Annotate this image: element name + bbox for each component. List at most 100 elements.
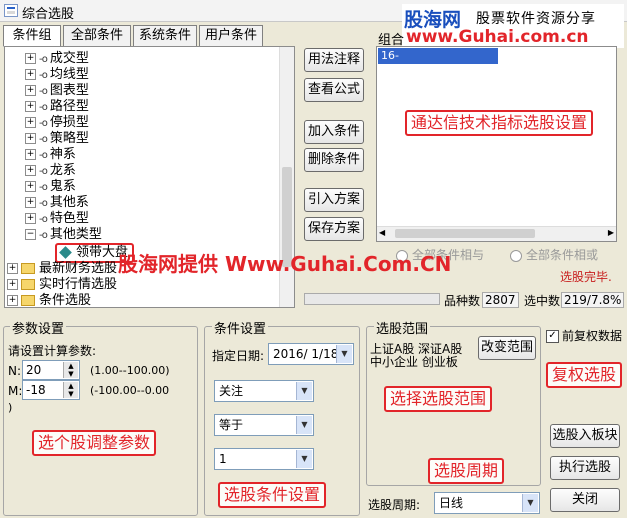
expand-icon: +	[7, 295, 18, 306]
tree-item[interactable]: + -o 图表型	[25, 83, 89, 99]
scroll-thumb[interactable]	[395, 229, 535, 238]
expand-icon: +	[25, 197, 36, 208]
dropdown-arrow-icon[interactable]: ▼	[296, 450, 312, 468]
tree-item[interactable]: + -o 龙系	[25, 163, 76, 179]
tree-item[interactable]: + -o 均线型	[25, 67, 89, 83]
indicator-icon: -o	[39, 70, 48, 81]
expand-icon: +	[25, 53, 36, 64]
window-icon	[4, 4, 18, 17]
expand-icon: +	[25, 181, 36, 192]
delete-condition-button[interactable]: 删除条件	[304, 148, 364, 172]
tree-item[interactable]: + -o 其他系	[25, 195, 89, 211]
checkbox-checked-icon: ✓	[546, 330, 559, 343]
radio-icon	[510, 249, 522, 262]
tree-item[interactable]: + -o 特色型	[25, 211, 89, 227]
condition-select-2[interactable]: 等于 ▼	[214, 414, 314, 436]
indicator-icon: -o	[39, 214, 48, 225]
tree-item[interactable]: + -o 策略型	[25, 131, 89, 147]
annotation-period: 选股周期	[428, 458, 505, 484]
tab-all-conditions[interactable]: 全部条件	[63, 25, 131, 47]
indicator-icon: -o	[39, 118, 48, 129]
expand-icon: +	[25, 117, 36, 128]
tab-user-conditions[interactable]: 用户条件	[199, 25, 263, 47]
dropdown-arrow-icon[interactable]: ▼	[336, 345, 352, 363]
tree-item[interactable]: + -o 停损型	[25, 115, 89, 131]
period-label: 选股周期:	[368, 498, 421, 512]
param-n-input[interactable]: 20 ▲ ▼	[22, 360, 80, 380]
usage-notes-button[interactable]: 用法注释	[304, 48, 364, 72]
tree-item[interactable]: − -o 其他类型	[25, 227, 102, 243]
import-plan-button[interactable]: 引入方案	[304, 188, 364, 212]
tab-system-conditions[interactable]: 系统条件	[133, 25, 197, 47]
close-button[interactable]: 关闭	[550, 488, 620, 512]
view-formula-button[interactable]: 查看公式	[304, 78, 364, 102]
param-n-label: N:	[8, 364, 22, 378]
expand-icon: +	[25, 69, 36, 80]
dropdown-arrow-icon[interactable]: ▼	[522, 494, 538, 512]
count-label: 品种数	[444, 294, 481, 308]
tree-folder[interactable]: + 条件选股	[7, 293, 91, 307]
status-done: 选股完毕.	[560, 270, 612, 284]
spin-icon[interactable]: ▲ ▼	[63, 382, 78, 398]
save-plan-button[interactable]: 保存方案	[304, 217, 364, 241]
tree-folder[interactable]: + 最新财务选股	[7, 261, 117, 277]
watermark-slogan: 股票软件资源分享	[476, 11, 596, 27]
list-item-selected[interactable]: 16-	[378, 48, 498, 64]
conditions-group-title: 条件设置	[212, 318, 269, 337]
dropdown-arrow-icon[interactable]: ▼	[296, 416, 312, 434]
expand-icon: +	[25, 213, 36, 224]
condition-combo-list[interactable]: 16- ◀ ▶	[376, 46, 617, 242]
tree-item[interactable]: + -o 神系	[25, 147, 76, 163]
indicator-icon: -o	[39, 102, 48, 113]
execute-button[interactable]: 执行选股	[550, 456, 620, 480]
params-group-title: 参数设置	[10, 318, 67, 337]
indicator-icon: -o	[39, 230, 48, 241]
condition-select-1[interactable]: 关注 ▼	[214, 380, 314, 402]
expand-icon: +	[25, 149, 36, 160]
period-select[interactable]: 日线 ▼	[434, 492, 540, 514]
condition-select-3[interactable]: 1 ▼	[214, 448, 314, 470]
annotation-adjust: 选个股调整参数	[32, 430, 157, 456]
indicator-icon: -o	[39, 134, 48, 145]
add-condition-button[interactable]: 加入条件	[304, 120, 364, 144]
folder-icon	[21, 295, 35, 306]
add-to-board-button[interactable]: 选股入板块	[550, 424, 620, 448]
date-picker[interactable]: 2016/ 1/18 ▼	[268, 343, 354, 365]
expand-icon: +	[25, 85, 36, 96]
restore-checkbox[interactable]: ✓ 前复权数据	[546, 327, 622, 344]
spin-icon[interactable]: ▲ ▼	[63, 362, 78, 378]
dropdown-arrow-icon[interactable]: ▼	[296, 382, 312, 400]
list-scrollbar[interactable]: ◀ ▶	[377, 226, 616, 241]
tree-item[interactable]: + -o 路径型	[25, 99, 89, 115]
expand-icon: +	[25, 101, 36, 112]
range-group-title: 选股范围	[374, 318, 431, 337]
param-n-range: (1.00--100.00)	[90, 364, 170, 377]
param-m-label: M:	[8, 384, 23, 398]
folder-icon	[21, 263, 35, 274]
expand-icon: +	[7, 279, 18, 290]
param-m-range: (-100.00--0.00	[90, 384, 170, 397]
scroll-left-icon[interactable]: ◀	[379, 228, 385, 237]
collapse-icon: −	[25, 229, 36, 240]
window-title: 综合选股	[22, 7, 75, 22]
tab-condition-group[interactable]: 条件组	[3, 25, 61, 47]
indicator-icon: -o	[39, 150, 48, 161]
hit-value: 219/7.8%	[561, 292, 625, 308]
watermark-url: www.Guhai.com.cn	[406, 27, 589, 47]
hit-label: 选中数	[524, 294, 561, 308]
formula-icon	[59, 246, 72, 259]
radio-or[interactable]: 全部条件相或	[510, 246, 598, 263]
tree-folder[interactable]: + 实时行情选股	[7, 277, 117, 293]
params-prompt: 请设置计算参数:	[8, 344, 97, 358]
expand-icon: +	[25, 133, 36, 144]
tree-item[interactable]: + -o 成交型	[25, 51, 89, 67]
indicator-icon: -o	[39, 198, 48, 209]
annotation-cond: 选股条件设置	[218, 482, 327, 508]
annotation-choose-range: 选择选股范围	[384, 386, 493, 412]
change-range-button[interactable]: 改变范围	[478, 336, 536, 360]
annotation-restore: 复权选股	[546, 362, 623, 388]
tree-item[interactable]: + -o 鬼系	[25, 179, 76, 195]
scroll-right-icon[interactable]: ▶	[608, 228, 614, 237]
param-m-input[interactable]: -18 ▲ ▼	[22, 380, 80, 400]
param-tail: )	[8, 401, 13, 414]
